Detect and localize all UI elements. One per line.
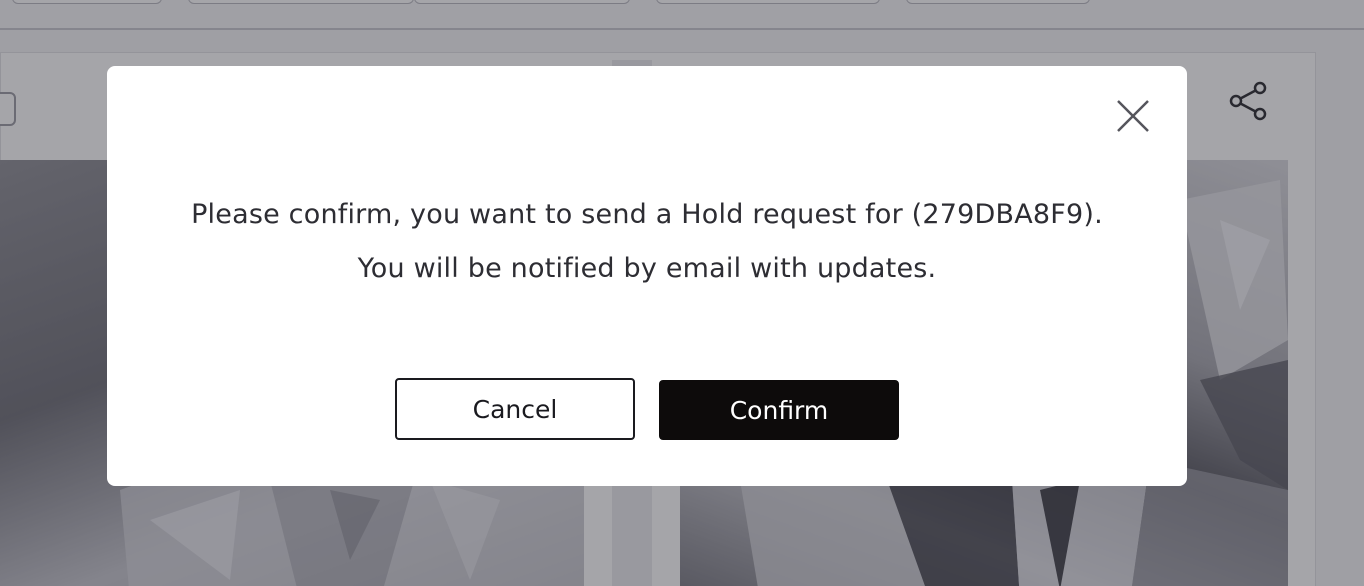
dialog-message: Please confirm, you want to send a Hold … (107, 188, 1187, 296)
dialog-message-line: You will be notified by email with updat… (357, 253, 937, 284)
confirm-button[interactable]: Confirm (659, 380, 899, 440)
cancel-button[interactable]: Cancel (395, 378, 635, 440)
close-button[interactable] (1113, 96, 1153, 136)
dialog-message-line: Please confirm, you want to send a Hold … (191, 199, 1103, 230)
page: Please confirm, you want to send a Hold … (0, 0, 1364, 586)
close-icon (1117, 100, 1149, 132)
hold-confirmation-dialog: Please confirm, you want to send a Hold … (107, 66, 1187, 486)
